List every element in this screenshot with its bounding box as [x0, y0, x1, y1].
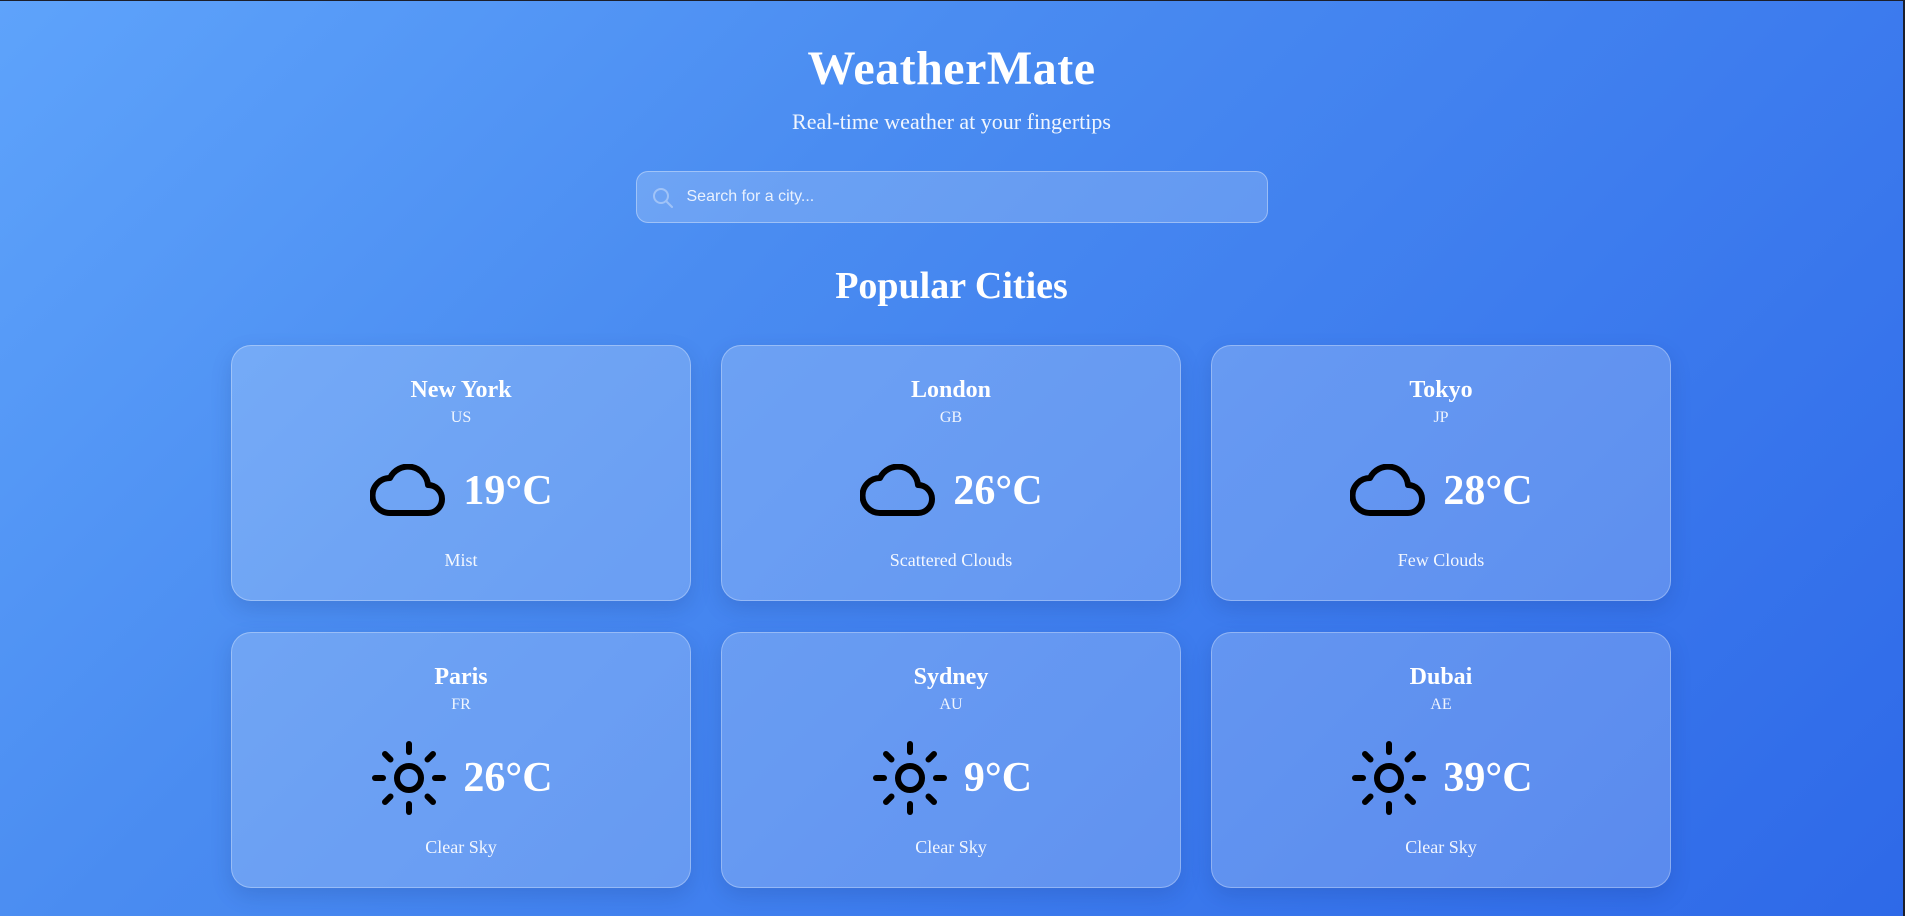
- weather-description: Few Clouds: [1397, 550, 1485, 570]
- search-input[interactable]: [636, 172, 1267, 222]
- sun-icon: [870, 741, 950, 815]
- weather-row: 39°C: [1212, 741, 1670, 815]
- weather-description: Mist: [444, 550, 478, 570]
- search-icon: [651, 186, 675, 210]
- cloud-icon: [369, 455, 449, 527]
- weather-row: 19°C: [232, 456, 690, 526]
- weather-description: Clear Sky: [1405, 837, 1477, 857]
- app-title: WeatherMate: [807, 42, 1096, 95]
- country-code: JP: [1433, 409, 1449, 426]
- city-name: London: [910, 377, 992, 403]
- weather-row: 26°C: [722, 456, 1180, 526]
- country-code: AU: [939, 696, 963, 713]
- city-name: Dubai: [1409, 664, 1473, 690]
- country-code: FR: [451, 696, 471, 713]
- weather-description: Scattered Clouds: [889, 550, 1013, 570]
- app-header: WeatherMate Real-time weather at your fi…: [0, 1, 1903, 135]
- app-subtitle: Real-time weather at your fingertips: [792, 109, 1111, 134]
- weather-row: 28°C: [1212, 456, 1670, 526]
- city-name: Sydney: [913, 664, 989, 690]
- temperature: 19°C: [463, 468, 553, 514]
- city-card-paris[interactable]: Paris FR 26°C Clear Sky: [231, 632, 691, 888]
- country-code: GB: [939, 409, 963, 426]
- cloud-icon: [1349, 455, 1429, 527]
- weather-description: Clear Sky: [915, 837, 987, 857]
- weather-row: 9°C: [722, 741, 1180, 815]
- city-card-tokyo[interactable]: Tokyo JP 28°C Few Clouds: [1211, 345, 1671, 601]
- cloud-icon: [859, 455, 939, 527]
- city-card-london[interactable]: London GB 26°C Scattered Clouds: [721, 345, 1181, 601]
- city-name: Tokyo: [1409, 377, 1473, 403]
- section-title: Popular Cities: [835, 265, 1068, 307]
- city-name: New York: [410, 377, 512, 403]
- search-bar[interactable]: [635, 171, 1268, 223]
- temperature: 39°C: [1443, 755, 1533, 801]
- city-card-dubai[interactable]: Dubai AE 39°C Clear Sky: [1211, 632, 1671, 888]
- country-code: US: [450, 409, 472, 426]
- temperature: 26°C: [463, 755, 553, 801]
- weather-row: 26°C: [232, 741, 690, 815]
- city-card-new-york[interactable]: New York US 19°C Mist: [231, 345, 691, 601]
- sun-icon: [1349, 741, 1429, 815]
- weather-description: Clear Sky: [425, 837, 497, 857]
- country-code: AE: [1430, 696, 1452, 713]
- temperature: 26°C: [953, 468, 1043, 514]
- temperature: 28°C: [1443, 468, 1533, 514]
- sun-icon: [369, 741, 449, 815]
- city-card-sydney[interactable]: Sydney AU 9°C Clear Sky: [721, 632, 1181, 888]
- city-name: Paris: [434, 664, 488, 690]
- city-grid: New York US 19°C Mist London GB 26°C Sca…: [231, 345, 1671, 888]
- temperature: 9°C: [963, 755, 1033, 801]
